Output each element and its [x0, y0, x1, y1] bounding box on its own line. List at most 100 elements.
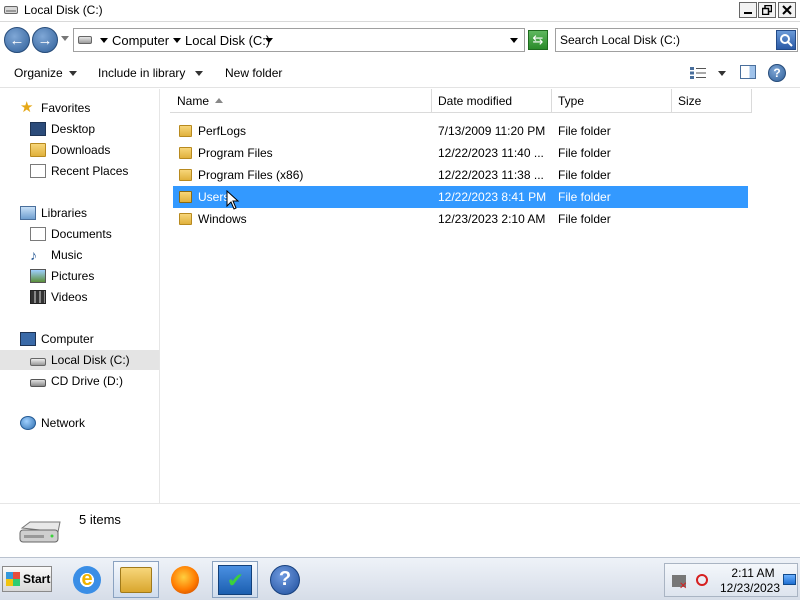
- nav-recent-places[interactable]: Recent Places: [30, 161, 128, 181]
- back-button[interactable]: ←: [4, 27, 30, 53]
- nav-pictures-label: Pictures: [51, 269, 95, 283]
- nav-music[interactable]: ♪ Music: [30, 245, 82, 265]
- help-icon[interactable]: ?: [768, 64, 786, 82]
- checkmark-app-icon: [218, 564, 252, 595]
- documents-icon: [30, 227, 46, 241]
- folder-icon: [179, 213, 192, 225]
- music-icon: ♪: [30, 247, 37, 263]
- cd-drive-icon: [30, 378, 46, 387]
- breadcrumb-arrow-icon[interactable]: [173, 38, 181, 43]
- recent-places-icon: [30, 164, 46, 178]
- folder-icon: [120, 566, 152, 593]
- nav-music-label: Music: [51, 248, 83, 262]
- arrow-left-icon: ←: [9, 31, 25, 49]
- chevron-down-icon: [195, 70, 204, 76]
- folder-icon: [179, 191, 192, 203]
- column-header-size[interactable]: Size: [672, 89, 752, 113]
- nav-favorites-label: Favorites: [41, 101, 91, 115]
- address-history-dropdown[interactable]: [510, 38, 518, 43]
- include-in-library-button[interactable]: Include in library: [98, 66, 204, 80]
- action-center-icon[interactable]: [783, 574, 796, 585]
- file-row[interactable]: PerfLogs 7/13/2009 11:20 PM File folder: [173, 120, 748, 142]
- pictures-icon: [30, 269, 46, 283]
- firefox-button[interactable]: [162, 561, 208, 598]
- file-row[interactable]: Program Files (x86) 12/22/2023 11:38 ...…: [173, 164, 748, 186]
- nav-downloads[interactable]: Downloads: [30, 140, 110, 160]
- close-button[interactable]: [778, 2, 796, 18]
- nav-documents[interactable]: Documents: [30, 224, 112, 244]
- search-box[interactable]: [555, 28, 798, 52]
- taskbar: Start e ? ✕ 2:11 AM 12/23/2023: [0, 557, 800, 600]
- clock-time[interactable]: 2:11 AM: [725, 566, 781, 580]
- file-row[interactable]: Windows 12/23/2023 2:10 AM File folder: [173, 208, 748, 230]
- sort-ascending-icon: [215, 98, 224, 103]
- arrow-right-icon: →: [37, 31, 53, 49]
- breadcrumb-local-disk[interactable]: Local Disk (C:): [185, 33, 270, 48]
- breadcrumb-arrow-icon[interactable]: [265, 38, 273, 43]
- nav-downloads-label: Downloads: [51, 143, 111, 157]
- nav-cd-drive[interactable]: CD Drive (D:): [30, 371, 123, 391]
- volume-muted-icon[interactable]: [696, 574, 708, 586]
- start-button[interactable]: Start: [2, 566, 52, 592]
- nav-pictures[interactable]: Pictures: [30, 266, 94, 286]
- views-dropdown-icon[interactable]: [718, 71, 726, 76]
- restore-button[interactable]: [758, 2, 776, 18]
- file-type: File folder: [558, 212, 611, 226]
- new-folder-button[interactable]: New folder: [225, 66, 282, 80]
- file-row[interactable]: Program Files 12/22/2023 11:40 ... File …: [173, 142, 748, 164]
- nav-videos-label: Videos: [51, 290, 88, 304]
- views-icon[interactable]: [690, 67, 706, 79]
- window-title: Local Disk (C:): [24, 3, 103, 17]
- start-label: Start: [23, 572, 51, 586]
- nav-network[interactable]: Network: [20, 413, 85, 433]
- minimize-button[interactable]: [739, 2, 757, 18]
- internet-explorer-button[interactable]: e: [64, 561, 110, 598]
- minimize-icon: [744, 12, 752, 14]
- breadcrumb[interactable]: Computer Local Disk (C:): [73, 28, 525, 52]
- preview-pane-icon[interactable]: [740, 65, 756, 79]
- nav-libraries[interactable]: Libraries: [20, 203, 87, 223]
- refresh-icon: ⇆: [532, 32, 544, 47]
- file-name: Program Files: [198, 146, 273, 160]
- nav-computer-label: Computer: [41, 332, 94, 346]
- search-input[interactable]: [560, 32, 772, 48]
- file-date: 12/22/2023 8:41 PM: [438, 190, 547, 204]
- computer-icon: [20, 332, 36, 346]
- nav-computer[interactable]: Computer: [20, 329, 94, 349]
- refresh-button[interactable]: ⇆: [528, 30, 548, 50]
- file-name: Windows: [198, 212, 247, 226]
- file-row-selected[interactable]: Users 12/22/2023 8:41 PM File folder: [173, 186, 748, 208]
- windows-explorer-button[interactable]: [113, 561, 159, 598]
- restore-icon: [762, 5, 772, 15]
- file-name: PerfLogs: [198, 124, 247, 138]
- organize-button[interactable]: Organize: [14, 66, 77, 80]
- recent-pages-dropdown[interactable]: [61, 36, 69, 41]
- nav-videos[interactable]: Videos: [30, 287, 87, 307]
- address-bar: ← → Computer Local Disk (C:) ⇆: [0, 23, 800, 57]
- column-header-type[interactable]: Type: [552, 89, 672, 113]
- details-pane: 5 items: [0, 503, 800, 557]
- nav-desktop[interactable]: Desktop: [30, 119, 95, 139]
- column-header-date-modified[interactable]: Date modified: [432, 89, 552, 113]
- column-header-name[interactable]: Name: [170, 89, 432, 113]
- include-in-library-label: Include in library: [98, 66, 186, 80]
- forward-button[interactable]: →: [32, 27, 58, 53]
- navigation-pane: ★ Favorites Desktop Downloads Recent Pla…: [0, 89, 160, 503]
- search-button[interactable]: [776, 30, 796, 50]
- title-bar: Local Disk (C:): [0, 0, 800, 22]
- nav-local-disk-label: Local Disk (C:): [51, 353, 130, 367]
- folder-icon: [179, 125, 192, 137]
- nav-favorites[interactable]: ★ Favorites: [20, 98, 90, 118]
- tool-app-button[interactable]: [212, 561, 258, 598]
- nav-local-disk[interactable]: Local Disk (C:): [0, 350, 159, 370]
- network-icon: [20, 416, 36, 430]
- chevron-down-icon: [68, 70, 77, 76]
- help-and-support-button[interactable]: ?: [262, 561, 308, 598]
- mouse-cursor-icon: [226, 190, 240, 210]
- breadcrumb-arrow-icon[interactable]: [100, 38, 108, 43]
- clock-date[interactable]: 12/23/2023: [717, 581, 783, 595]
- file-name: Program Files (x86): [198, 168, 304, 182]
- breadcrumb-computer[interactable]: Computer: [112, 33, 169, 48]
- help-icon: ?: [270, 564, 300, 595]
- network-disconnected-icon: ✕: [679, 581, 688, 592]
